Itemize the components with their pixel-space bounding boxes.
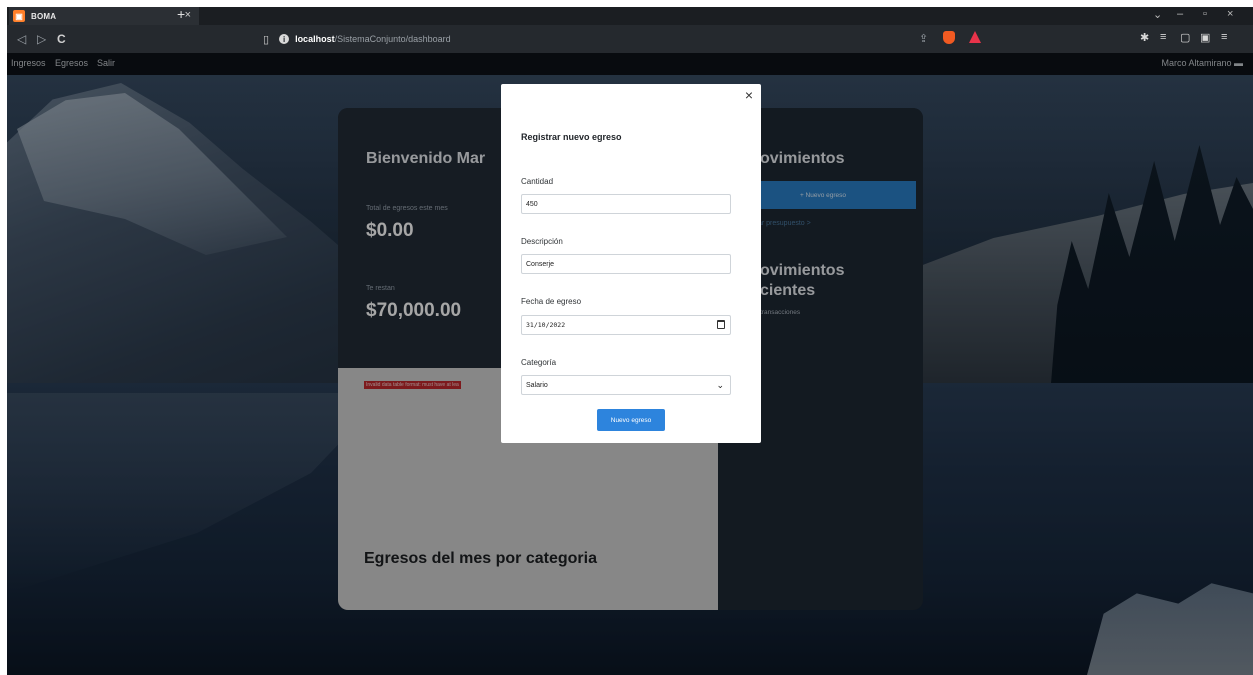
site-info-icon[interactable]: i xyxy=(279,34,290,44)
fecha-input[interactable]: 31/10/2022 xyxy=(521,315,731,335)
sidebar-icon[interactable]: ▢ xyxy=(1180,31,1190,44)
brave-rewards-icon[interactable] xyxy=(969,31,981,43)
tab-title: BOMA xyxy=(31,11,57,21)
site-favicon-icon: ▣ xyxy=(13,10,25,22)
calendar-icon[interactable] xyxy=(717,320,725,329)
tab-search-icon[interactable]: ⌄ xyxy=(1153,8,1162,21)
cantidad-input[interactable]: 450 xyxy=(521,194,731,214)
reload-icon[interactable]: C xyxy=(57,32,66,46)
bookmark-icon[interactable]: ▯ xyxy=(263,33,269,46)
back-icon[interactable]: ◁ xyxy=(17,32,26,46)
categoria-label: Categoría xyxy=(521,358,557,367)
page-viewport: Ingresos Egresos Salir Marco Altamirano … xyxy=(7,53,1253,675)
descripcion-input[interactable]: Conserje xyxy=(521,254,731,274)
submit-expense-button[interactable]: Nuevo egreso xyxy=(597,409,665,431)
menu-icon[interactable]: ≡ xyxy=(1221,31,1227,43)
share-icon[interactable]: ⇪ xyxy=(919,32,928,45)
descripcion-label: Descripción xyxy=(521,237,563,246)
categoria-value: Salario xyxy=(526,381,548,389)
new-tab-icon[interactable]: + xyxy=(177,6,185,22)
wallet-icon[interactable]: ▣ xyxy=(1200,31,1210,44)
modal-close-icon[interactable]: × xyxy=(745,87,753,103)
tab-close-icon[interactable]: × xyxy=(185,9,191,21)
fecha-label: Fecha de egreso xyxy=(521,297,582,306)
browser-tab[interactable]: ▣ BOMA × xyxy=(9,7,199,25)
extensions-icon[interactable]: ✱ xyxy=(1140,31,1149,44)
address-bar[interactable]: ▯ i localhost /SistemaConjunto/dashboard xyxy=(263,30,997,48)
new-expense-modal: × Registrar nuevo egreso Cantidad 450 De… xyxy=(501,84,761,443)
url-path: /SistemaConjunto/dashboard xyxy=(334,34,451,44)
window-close-icon[interactable]: × xyxy=(1227,8,1233,20)
maximize-icon[interactable]: ▫ xyxy=(1203,8,1207,20)
cantidad-label: Cantidad xyxy=(521,177,554,186)
categoria-select[interactable]: Salario ⌄ xyxy=(521,375,731,395)
minimize-icon[interactable]: – xyxy=(1177,8,1183,20)
fecha-value: 31/10/2022 xyxy=(526,321,566,329)
forward-icon[interactable]: ▷ xyxy=(37,32,46,46)
browser-toolbar: ◁ ▷ C ▯ i localhost /SistemaConjunto/das… xyxy=(7,25,1253,53)
chevron-down-icon: ⌄ xyxy=(716,380,724,390)
url-host: localhost xyxy=(295,34,335,44)
modal-title: Registrar nuevo egreso xyxy=(521,132,622,142)
browser-tab-bar: ▣ BOMA × + ⌄ – ▫ × xyxy=(7,6,1253,25)
reading-list-icon[interactable]: ≡ xyxy=(1160,31,1166,43)
brave-shields-icon[interactable] xyxy=(943,31,955,44)
